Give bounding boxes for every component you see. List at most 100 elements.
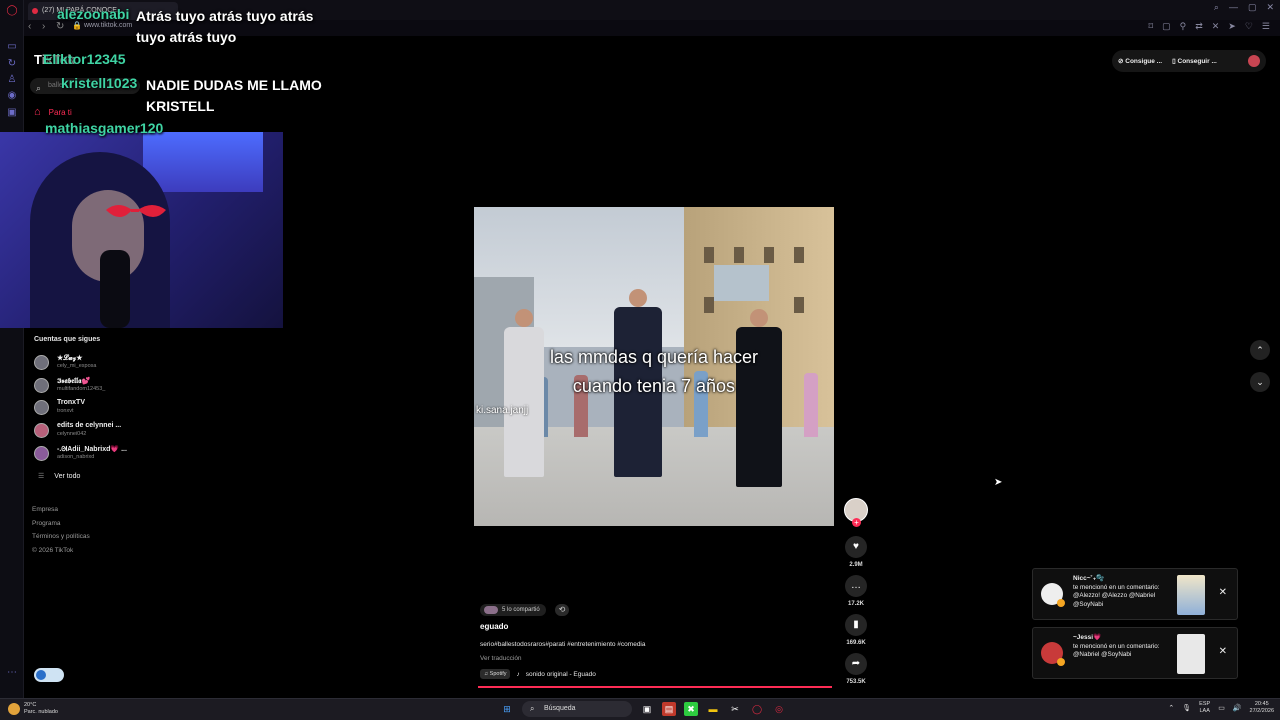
notification-card[interactable]: ~Jessi💗 te mencionó en un comentario: @N…	[1032, 627, 1238, 679]
comment-count: 17.2K	[847, 601, 864, 607]
clock[interactable]: 20:45 27/2/2026	[1250, 701, 1274, 715]
following-handle: multifandom12453_	[57, 386, 106, 392]
avatar	[34, 378, 49, 393]
notification-message: te mencionó en un comentario: @Alezzo! @…	[1073, 583, 1160, 608]
following-item[interactable]: -.ᘛAdii_Nabrixd💗 ... adison_nabrixd	[34, 443, 184, 465]
folder-icon[interactable]: ▬	[706, 702, 720, 716]
bookmark-icon: ▮	[845, 614, 867, 636]
like-count: 2.9M	[849, 562, 863, 568]
following-item[interactable]: TronxTV tronxvt	[34, 397, 184, 419]
opera-gx-icon[interactable]: ◎	[772, 702, 786, 716]
minimize-icon[interactable]: —	[1229, 2, 1238, 13]
nav-for-you[interactable]: ⌂ Para ti	[34, 106, 72, 118]
share-button[interactable]: ➦ 753.5K	[842, 653, 870, 685]
music-note-icon: ♪	[516, 670, 520, 678]
notification-card[interactable]: Nicc~˚₊🫧 te mencionó en un comentario: @…	[1032, 568, 1238, 620]
search-icon: ⌕	[36, 83, 42, 93]
network-icon[interactable]: ▭	[1218, 704, 1225, 712]
menu-icon[interactable]: ☰	[1262, 21, 1270, 32]
profile-avatar[interactable]	[1248, 55, 1260, 67]
save-button[interactable]: ▮ 169.6K	[842, 614, 870, 646]
see-all-link[interactable]: ☰ Ver todo	[38, 472, 80, 480]
translate-icon[interactable]: ⇄	[1195, 21, 1203, 32]
video-progress-bar[interactable]	[478, 686, 832, 688]
video-author[interactable]: eguado	[480, 622, 508, 631]
get-app-button[interactable]: ▯ Conseguir ...	[1172, 57, 1217, 65]
next-video-button[interactable]: ⌄	[1250, 372, 1270, 392]
footer-terms[interactable]: Términos y políticas	[32, 530, 90, 544]
temperature: 20°C	[24, 702, 37, 708]
heart-icon[interactable]: ♡	[1245, 21, 1253, 32]
following-name: TronxTV	[57, 399, 86, 406]
home-icon[interactable]: ▭	[5, 40, 19, 54]
toggle-button[interactable]	[34, 668, 64, 682]
shared-by-badge[interactable]: 5 lo compartió	[480, 604, 546, 616]
taskbar-search[interactable]: ⌕ Búsqueda	[522, 701, 632, 717]
avatar	[1041, 642, 1065, 666]
video-player[interactable]: las mmdas q quería hacer cuando tenia 7 …	[474, 207, 834, 526]
close-icon[interactable]: ✕	[1219, 587, 1227, 598]
webcam-overlay	[0, 132, 283, 328]
chat-message: Eliktor12345	[43, 51, 126, 69]
opera-icon[interactable]: ◯	[750, 702, 764, 716]
spotify-badge[interactable]: ♫ Spotify	[480, 669, 511, 679]
time: 20:45	[1254, 701, 1269, 707]
follow-plus-icon[interactable]: +	[852, 518, 861, 527]
following-handle: celynnei042	[57, 431, 87, 437]
previous-video-button[interactable]: ⌃	[1250, 340, 1270, 360]
get-coins-button[interactable]: ⊘ Consigue ...	[1118, 57, 1162, 65]
sound-name[interactable]: sonido original - Eguado	[526, 671, 596, 678]
extensions-icon[interactable]: ⚲	[1180, 21, 1187, 32]
footer-company[interactable]: Empresa	[32, 503, 90, 517]
app-icon[interactable]: ▤	[662, 702, 676, 716]
close-icon[interactable]: ✕	[1266, 2, 1274, 13]
forward-icon[interactable]: ›	[42, 21, 45, 32]
language-indicator[interactable]: ESP LAA	[1199, 701, 1210, 715]
footer-program[interactable]: Programa	[32, 517, 90, 531]
following-item[interactable]: ★𝓛𝓾𝔃★ cely_mi_esposa	[34, 352, 184, 374]
settings-icon[interactable]: ⋯	[5, 666, 19, 680]
repost-icon[interactable]: ⟲	[555, 604, 569, 616]
chat-user: alezoonabi	[57, 6, 130, 22]
following-item[interactable]: edits de celynnei ... celynnei042	[34, 420, 184, 442]
volume-icon[interactable]: 🔊	[1233, 704, 1242, 712]
video-watermark: ki.sana.janjj	[476, 405, 529, 416]
close-icon[interactable]: ✕	[1219, 646, 1227, 657]
messenger-icon[interactable]: ◉	[5, 89, 19, 103]
translate-link[interactable]: Ver traducción	[480, 655, 522, 662]
footer-copyright: © 2026 TikTok	[32, 546, 74, 554]
task-view-icon[interactable]: ▣	[640, 702, 654, 716]
notification-text: Nicc~˚₊🫧 te mencionó en un comentario: @…	[1073, 575, 1173, 609]
following-name: edits de celynnei ...	[57, 422, 122, 429]
creator-avatar-button[interactable]: +	[842, 498, 870, 527]
avatar	[34, 446, 49, 461]
weather-condition: Parc. nublado	[24, 709, 58, 715]
like-button[interactable]: ♥ 2.9M	[842, 536, 870, 568]
back-icon[interactable]: ‹	[28, 21, 31, 32]
windows-start-icon[interactable]: ⊞	[500, 702, 514, 716]
person-icon[interactable]: ♙	[5, 73, 19, 87]
send-icon[interactable]: ➤	[1228, 21, 1236, 32]
top-right-buttons: ⊘ Consigue ... ▯ Conseguir ...	[1112, 50, 1266, 72]
comment-button[interactable]: … 17.2K	[842, 575, 870, 607]
snapshot-icon[interactable]: ▢	[1162, 21, 1171, 32]
chat-user: mathiasgamer120	[45, 120, 164, 136]
refresh-icon[interactable]: ↻	[5, 57, 19, 71]
bookmark-icon[interactable]: ⌑	[1148, 21, 1153, 32]
share-icon: ➦	[845, 653, 867, 675]
capcut-icon[interactable]: ✂	[728, 702, 742, 716]
xbox-icon[interactable]: ✖	[684, 702, 698, 716]
save-count: 169.6K	[846, 640, 866, 646]
mic-icon[interactable]: 🎙	[1182, 704, 1191, 712]
panel-icon[interactable]: ▣	[5, 106, 19, 120]
chevron-up-icon[interactable]: ⌃	[1168, 704, 1174, 712]
list-icon: ☰	[38, 473, 45, 480]
opera-logo-icon[interactable]: ◯	[5, 4, 19, 18]
weather-widget[interactable]: 20°C Parc. nublado	[8, 702, 58, 716]
following-item[interactable]: 𝕴𝖘𝖆𝖇𝖊𝖑𝖑𝖆💕 multifandom12453_	[34, 375, 184, 397]
vpn-icon[interactable]: ✕	[1212, 21, 1220, 32]
search-tabs-icon[interactable]: ⌕	[1214, 2, 1219, 13]
weather-icon	[8, 703, 20, 715]
maximize-icon[interactable]: ▢	[1248, 2, 1257, 13]
chat-message-text: NADIE DUDAS ME LLAMO KRISTELL	[146, 75, 326, 117]
